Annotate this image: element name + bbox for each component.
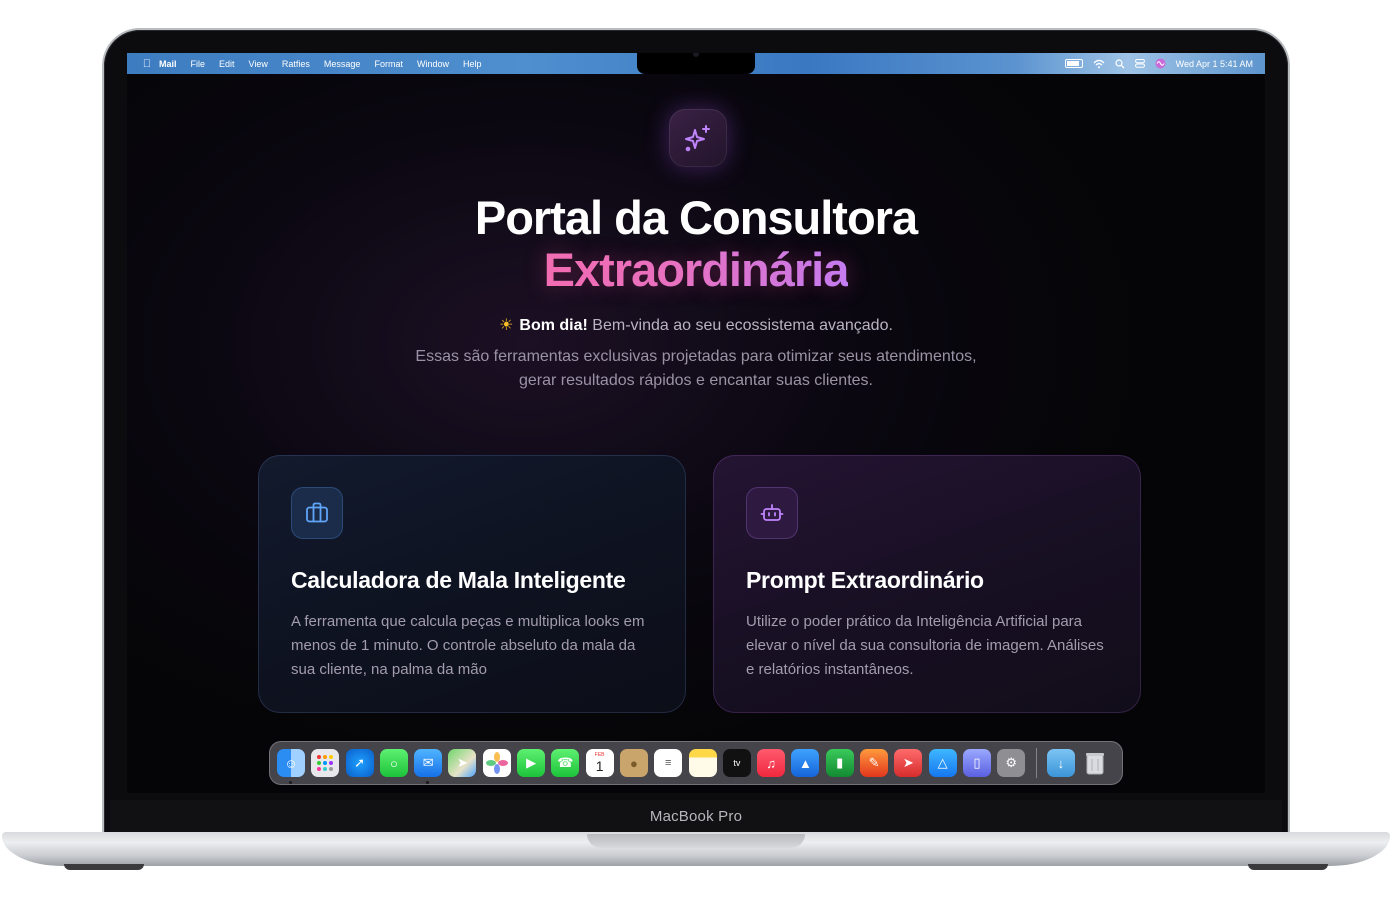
photos-icon[interactable] bbox=[482, 749, 511, 777]
menu-view[interactable]: View bbox=[249, 59, 268, 69]
menubar-clock[interactable]: Wed Apr 1 5:41 AM bbox=[1176, 59, 1253, 69]
maps-icon[interactable]: ➤ bbox=[448, 749, 477, 777]
device-label: MacBook Pro bbox=[649, 808, 743, 825]
card-title: Calculadora de Mala Inteligente bbox=[291, 567, 626, 593]
menubar-status-area: Wed Apr 1 5:41 AM bbox=[1064, 53, 1253, 74]
briefcase-icon bbox=[291, 487, 343, 539]
menu-window[interactable]: Window bbox=[417, 59, 449, 69]
music-icon[interactable]: ♫ bbox=[757, 749, 786, 777]
menu-file[interactable]: File bbox=[191, 59, 206, 69]
laptop-thumb-notch bbox=[587, 834, 805, 848]
mail-icon[interactable]: ✉ bbox=[414, 749, 443, 784]
greeting: ☀ Bom dia! Bem-vinda ao seu ecossistema a… bbox=[127, 315, 1265, 335]
greeting-bold: Bom dia! bbox=[519, 317, 588, 334]
testflight-icon[interactable]: ➤ bbox=[894, 749, 923, 777]
trash-icon[interactable] bbox=[1081, 749, 1109, 777]
safari-icon[interactable]: ➚ bbox=[345, 749, 374, 777]
sun-icon: ☀ bbox=[499, 317, 514, 334]
notes-icon[interactable] bbox=[688, 749, 717, 777]
downloads-folder-icon[interactable]: ↓ bbox=[1046, 749, 1075, 777]
messages-icon[interactable]: ○ bbox=[379, 749, 408, 777]
phone-icon[interactable]: ☎ bbox=[551, 749, 580, 777]
menu-message[interactable]: Message bbox=[324, 59, 361, 69]
greeting-rest: Bem-vinda ao seu ecossistema avançado. bbox=[587, 317, 893, 334]
card-description: A ferramenta que calcula peças e multipl… bbox=[291, 613, 645, 678]
tv-label: tv bbox=[733, 758, 741, 768]
calendar-icon[interactable]: FEB 1 bbox=[585, 749, 614, 777]
keynote-icon[interactable]: ▲ bbox=[791, 749, 820, 777]
card-description: Utilize o poder prático da Inteligência … bbox=[746, 613, 1104, 678]
laptop-foot-left bbox=[64, 864, 144, 870]
page-title: Portal da Consultora bbox=[474, 191, 918, 244]
page-subtitle: Extraordinária bbox=[127, 243, 1265, 297]
control-center-icon[interactable] bbox=[1134, 59, 1145, 68]
sparkles-icon bbox=[669, 109, 727, 167]
apple-menu-icon[interactable]:  bbox=[135, 58, 159, 70]
screen:  Mail File Edit View Ratfies Message Fo… bbox=[127, 53, 1265, 793]
apple-tv-icon[interactable]: tv bbox=[722, 749, 751, 777]
menu-ratfies[interactable]: Ratfies bbox=[282, 59, 310, 69]
bot-icon bbox=[746, 487, 798, 539]
contacts-icon[interactable]: ● bbox=[619, 749, 648, 777]
dock: ☺ ➚ ○ ✉ ➤ ▶ ☎ FEB 1 ● ≡ tv ♫ ▲ ▮ ✎ ➤ △ ▯… bbox=[269, 741, 1123, 785]
card-title: Prompt Extraordinário bbox=[746, 567, 984, 593]
battery-icon[interactable] bbox=[1064, 59, 1083, 68]
pages-icon[interactable]: ✎ bbox=[860, 749, 889, 777]
card-prompt-extraordinario[interactable]: Prompt Extraordinário Utilize o poder pr… bbox=[713, 455, 1141, 713]
launchpad-icon[interactable] bbox=[311, 749, 340, 777]
page-subtitle-text: Extraordinária bbox=[543, 243, 850, 296]
reminders-icon[interactable]: ≡ bbox=[654, 749, 683, 777]
iphone-mirroring-icon[interactable]: ▯ bbox=[962, 749, 991, 777]
calendar-day: 1 bbox=[595, 758, 604, 774]
finder-icon[interactable]: ☺ bbox=[277, 749, 305, 784]
menu-app-name[interactable]: Mail bbox=[159, 59, 177, 69]
menu-edit[interactable]: Edit bbox=[219, 59, 235, 69]
search-icon[interactable] bbox=[1115, 58, 1125, 69]
numbers-icon[interactable]: ▮ bbox=[825, 749, 854, 777]
card-calculadora-mala[interactable]: Calculadora de Mala Inteligente A ferram… bbox=[258, 455, 686, 713]
facetime-icon[interactable]: ▶ bbox=[517, 749, 546, 777]
menu-format[interactable]: Format bbox=[374, 59, 403, 69]
laptop-chin: MacBook Pro bbox=[110, 800, 1282, 834]
menu-help[interactable]: Help bbox=[463, 59, 482, 69]
wifi-icon[interactable] bbox=[1093, 59, 1105, 69]
dock-separator bbox=[1035, 748, 1037, 778]
laptop-foot-right bbox=[1248, 864, 1328, 870]
hero-description: Essas são ferramentas exclusivas projeta… bbox=[415, 348, 977, 389]
system-settings-icon[interactable]: ⚙ bbox=[997, 749, 1026, 777]
app-store-icon[interactable]: △ bbox=[928, 749, 957, 777]
siri-icon[interactable] bbox=[1155, 58, 1166, 69]
